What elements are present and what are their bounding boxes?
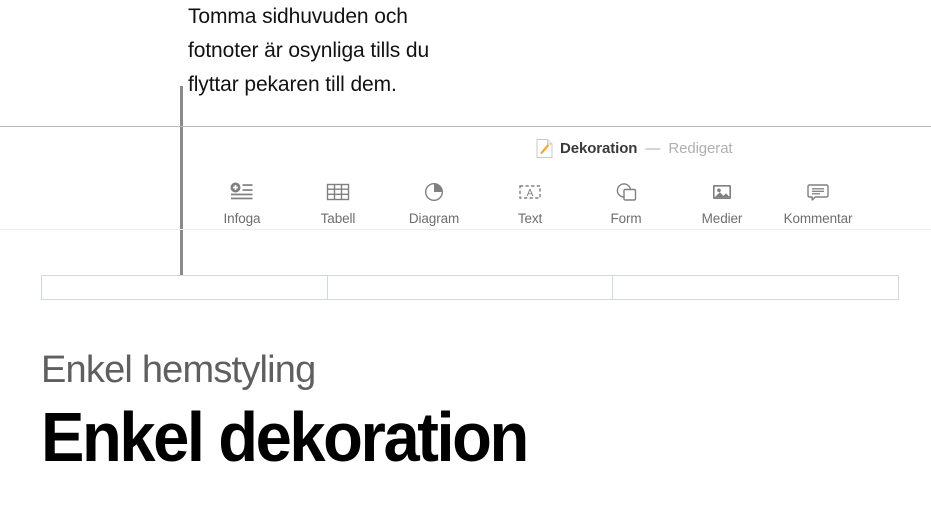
document-status: Redigerat: [668, 140, 733, 157]
pages-app-window: Dekoration — Redigerat Infoga Tabell Dia…: [0, 126, 931, 532]
toolbar-items: Infoga Tabell Diagram A Text Form Medier…: [205, 170, 855, 226]
toolbar-button-kommentar[interactable]: Kommentar: [781, 170, 855, 226]
title-separator: —: [645, 140, 661, 157]
svg-text:A: A: [527, 188, 534, 199]
header-field-left[interactable]: [42, 276, 328, 299]
header-field-right[interactable]: [613, 276, 898, 299]
toolbar-button-text[interactable]: A Text: [493, 170, 567, 226]
comment-bubble-icon: [806, 180, 830, 204]
table-icon: [326, 180, 350, 204]
insert-icon: [230, 180, 254, 204]
toolbar-label-kommentar: Kommentar: [783, 211, 853, 226]
toolbar-label-form: Form: [610, 211, 642, 226]
document-subtitle[interactable]: Enkel hemstyling: [41, 348, 901, 392]
media-image-icon: [710, 180, 734, 204]
toolbar-label-infoga: Infoga: [223, 211, 261, 226]
pages-document-icon: [536, 138, 553, 159]
toolbar-button-diagram[interactable]: Diagram: [397, 170, 471, 226]
text-box-icon: A: [518, 180, 542, 204]
document-title-heading[interactable]: Enkel dekoration: [41, 400, 841, 474]
callout-text: Tomma sidhuvuden och fotnoter är osynlig…: [188, 5, 430, 96]
page-header-fields: [41, 275, 899, 300]
shape-icon: [614, 180, 638, 204]
toolbar-button-form[interactable]: Form: [589, 170, 663, 226]
main-toolbar: Infoga Tabell Diagram A Text Form Medier…: [0, 170, 931, 230]
toolbar-button-medier[interactable]: Medier: [685, 170, 759, 226]
chart-icon: [422, 180, 446, 204]
toolbar-label-diagram: Diagram: [408, 211, 460, 226]
toolbar-label-tabell: Tabell: [320, 211, 356, 226]
toolbar-button-infoga[interactable]: Infoga: [205, 170, 279, 226]
document-body: Enkel hemstyling Enkel dekoration: [41, 348, 901, 474]
toolbar-button-tabell[interactable]: Tabell: [301, 170, 375, 226]
toolbar-label-text: Text: [517, 211, 543, 226]
document-title-group[interactable]: Dekoration — Redigerat: [536, 138, 733, 159]
header-field-center[interactable]: [328, 276, 614, 299]
document-name: Dekoration: [560, 140, 638, 157]
toolbar-label-medier: Medier: [701, 211, 743, 226]
window-titlebar: Dekoration — Redigerat: [0, 126, 931, 170]
